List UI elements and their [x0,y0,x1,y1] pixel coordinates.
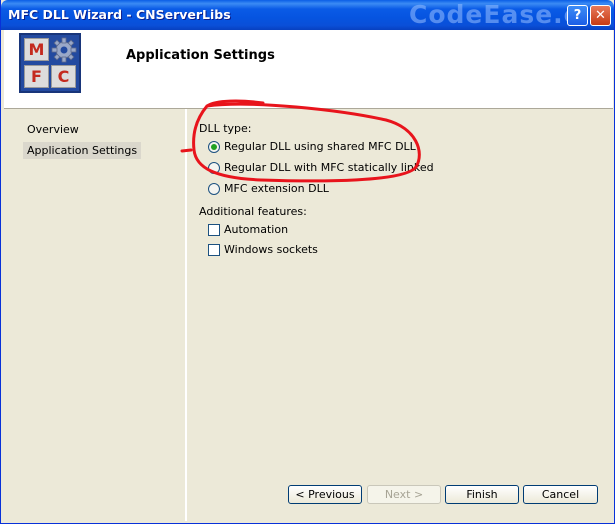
wizard-header: M F C Application Settings [4,30,613,109]
page-title: Application Settings [126,48,275,63]
nav-item-overview[interactable]: Overview [23,121,83,138]
mfc-dll-wizard-window: MFC DLL Wizard - CNServerLibs CodeEase.c… [0,0,615,524]
radio-regular-dll-shared-label[interactable]: Regular DLL using shared MFC DLL [224,140,416,153]
dll-type-label: DLL type: [199,122,252,135]
cancel-button[interactable]: Cancel [523,485,598,504]
additional-features-label: Additional features: [199,205,307,218]
radio-regular-dll-static-label[interactable]: Regular DLL with MFC statically linked [224,161,434,174]
gear-icon [51,37,77,63]
checkbox-automation[interactable] [208,224,220,236]
logo-letter-f: F [24,65,49,88]
next-button[interactable]: Next > [367,485,441,504]
radio-mfc-extension-dll[interactable] [208,183,220,195]
watermark-text: CodeEase.c [409,0,580,29]
help-icon: ? [573,8,582,23]
checkbox-windows-sockets-label[interactable]: Windows sockets [224,243,318,256]
close-icon: ✕ [595,8,606,23]
logo-letter-c: C [51,65,76,88]
title-bar[interactable]: MFC DLL Wizard - CNServerLibs CodeEase.c… [1,0,614,30]
checkbox-windows-sockets[interactable] [208,244,220,256]
nav-item-application-settings[interactable]: Application Settings [23,142,142,159]
wizard-nav-pane: Overview Application Settings [4,109,187,521]
settings-content: DLL type: Regular DLL using shared MFC D… [187,109,613,521]
previous-button[interactable]: < Previous [288,485,362,504]
radio-regular-dll-shared[interactable] [208,141,220,153]
radio-regular-dll-static[interactable] [208,162,220,174]
mfc-logo-icon: M F C [19,33,81,93]
window-title: MFC DLL Wizard - CNServerLibs [8,7,231,22]
close-button[interactable]: ✕ [590,5,611,26]
finish-button[interactable]: Finish [445,485,519,504]
help-button[interactable]: ? [567,5,588,26]
radio-mfc-extension-dll-label[interactable]: MFC extension DLL [224,182,329,195]
logo-letter-m: M [24,38,49,61]
checkbox-automation-label[interactable]: Automation [224,223,288,236]
